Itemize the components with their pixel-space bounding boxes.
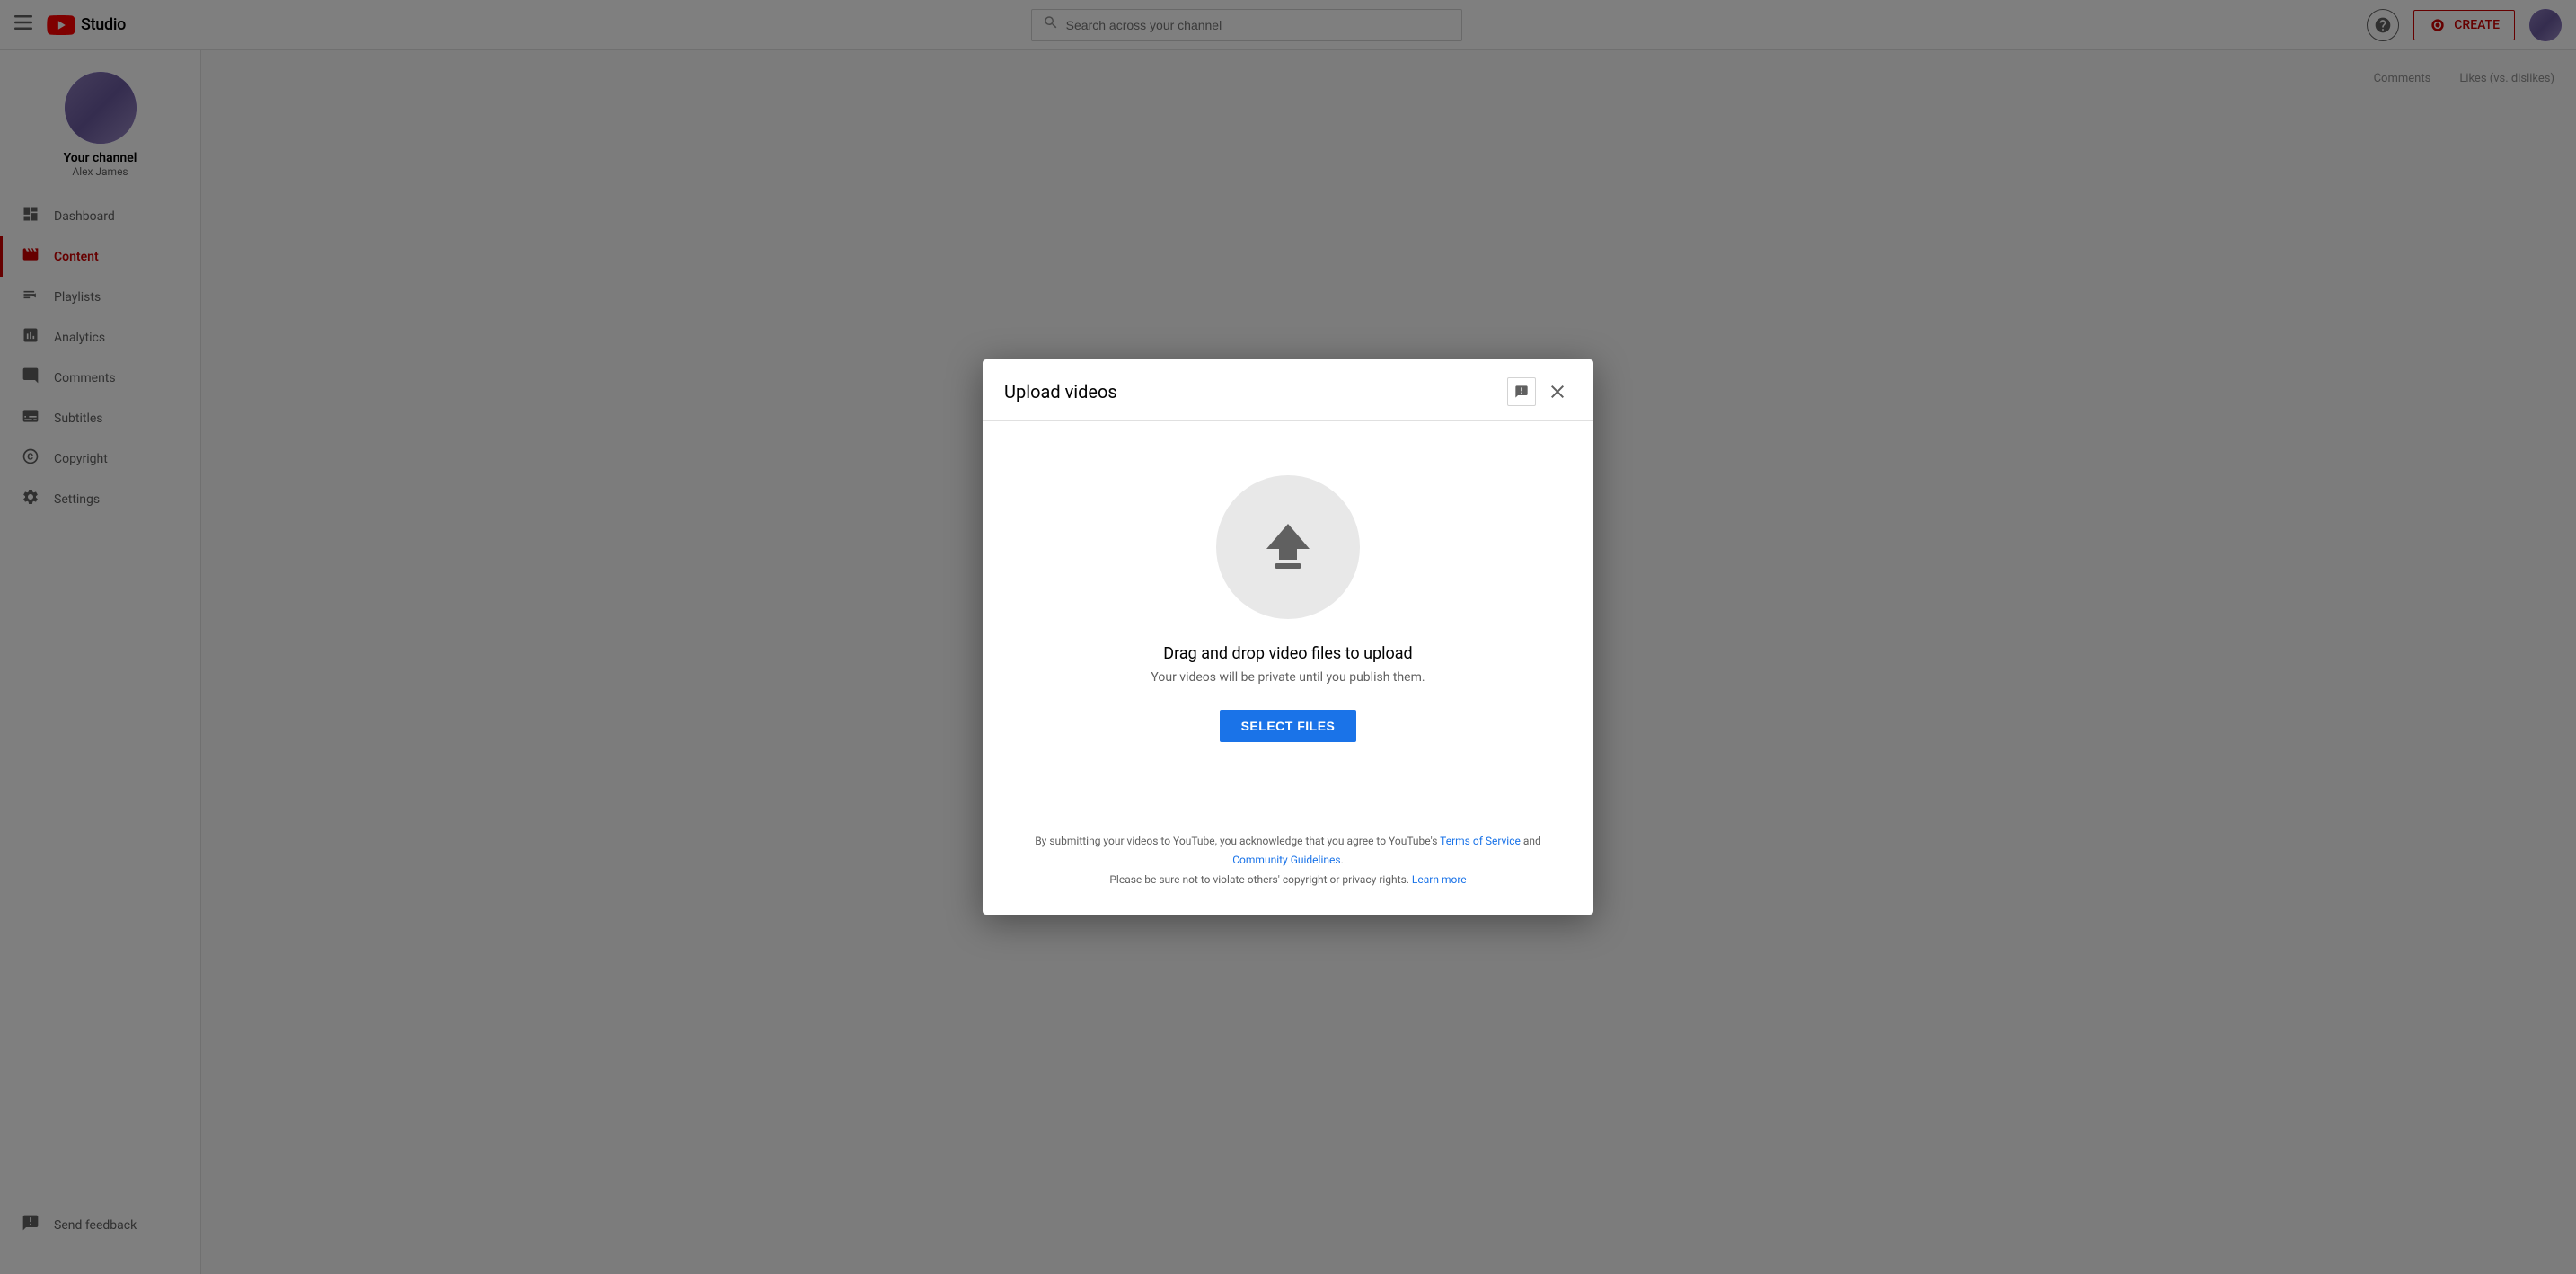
modal-header-actions [1507,377,1572,406]
modal-close-button[interactable] [1543,377,1572,406]
modal-header: Upload videos [983,359,1593,421]
footer-privacy-text: Please be sure not to violate others' co… [1109,873,1412,886]
modal-footer-line2: Please be sure not to violate others' co… [1019,871,1557,890]
upload-subtitle: Your videos will be private until you pu… [1151,670,1425,685]
upload-icon-circle [1216,475,1360,619]
modal-body: Drag and drop video files to upload Your… [983,421,1593,832]
learn-more-link[interactable]: Learn more [1412,873,1467,886]
upload-modal: Upload videos [983,359,1593,916]
footer-period: . [1341,854,1344,866]
modal-footer-line1: By submitting your videos to YouTube, yo… [1019,832,1557,871]
select-files-button[interactable]: SELECT FILES [1220,710,1357,742]
modal-overlay[interactable]: Upload videos [0,0,2576,1274]
terms-of-service-link[interactable]: Terms of Service [1440,835,1521,847]
modal-footer: By submitting your videos to YouTube, yo… [983,832,1593,916]
modal-title: Upload videos [1004,381,1117,403]
footer-text-prefix: By submitting your videos to YouTube, yo… [1035,835,1440,847]
modal-feedback-button[interactable] [1507,377,1536,406]
upload-arrow-icon [1259,522,1317,572]
upload-title: Drag and drop video files to upload [1163,644,1412,663]
footer-and: and [1521,835,1541,847]
community-guidelines-link[interactable]: Community Guidelines [1232,854,1340,866]
